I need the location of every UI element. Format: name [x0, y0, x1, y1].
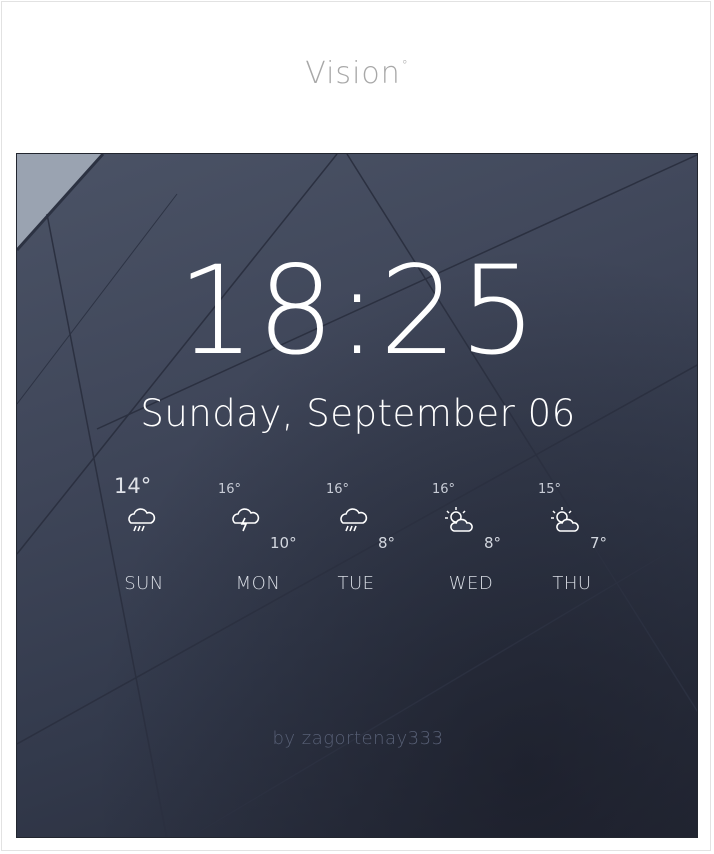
partly-cloudy-icon	[445, 507, 473, 532]
app-title-degree-mark: °	[401, 58, 409, 72]
forecast-low-temp: 8°	[484, 534, 502, 552]
partly-cloudy-icon	[551, 507, 579, 532]
forecast-day-name: SUN	[124, 573, 164, 594]
forecast-high-temp: 14°	[114, 474, 152, 498]
forecast-high-temp: 16°	[432, 482, 456, 497]
forecast-high-temp: 16°	[218, 482, 242, 497]
author-credit: by zagortenay333	[272, 728, 444, 749]
forecast-low-temp: 7°	[590, 534, 608, 552]
thunder-cloud-icon	[232, 508, 260, 532]
forecast-low-temp: 8°	[378, 534, 396, 552]
app-title: Vision°	[0, 56, 714, 91]
forecast-high-temp: 15°	[538, 482, 562, 497]
forecast-day-tue: 16° 8° TUE	[326, 472, 436, 602]
forecast-day-thu: 15° 7° THU	[538, 472, 648, 602]
forecast-day-wed: 16° 8° WED	[432, 472, 542, 602]
forecast-low-temp: 10°	[270, 534, 297, 552]
forecast-day-name: TUE	[337, 573, 375, 594]
forecast-day-sun: 14° SUN	[114, 472, 224, 602]
rain-cloud-icon	[340, 508, 368, 532]
clock-weather-widget: 18:25 Sunday, September 06 14° SUN 16° 1…	[16, 153, 698, 838]
forecast-day-mon: 16° 10° MON	[218, 472, 328, 602]
app-title-text: Vision	[305, 56, 401, 91]
forecast-day-name: THU	[552, 573, 592, 594]
forecast-day-name: WED	[448, 573, 494, 594]
forecast-high-temp: 16°	[326, 482, 350, 497]
rain-cloud-icon	[128, 508, 156, 532]
clock-date: Sunday, September 06	[140, 392, 576, 435]
forecast-day-name: MON	[235, 573, 281, 594]
clock-time: 18:25	[177, 240, 539, 382]
